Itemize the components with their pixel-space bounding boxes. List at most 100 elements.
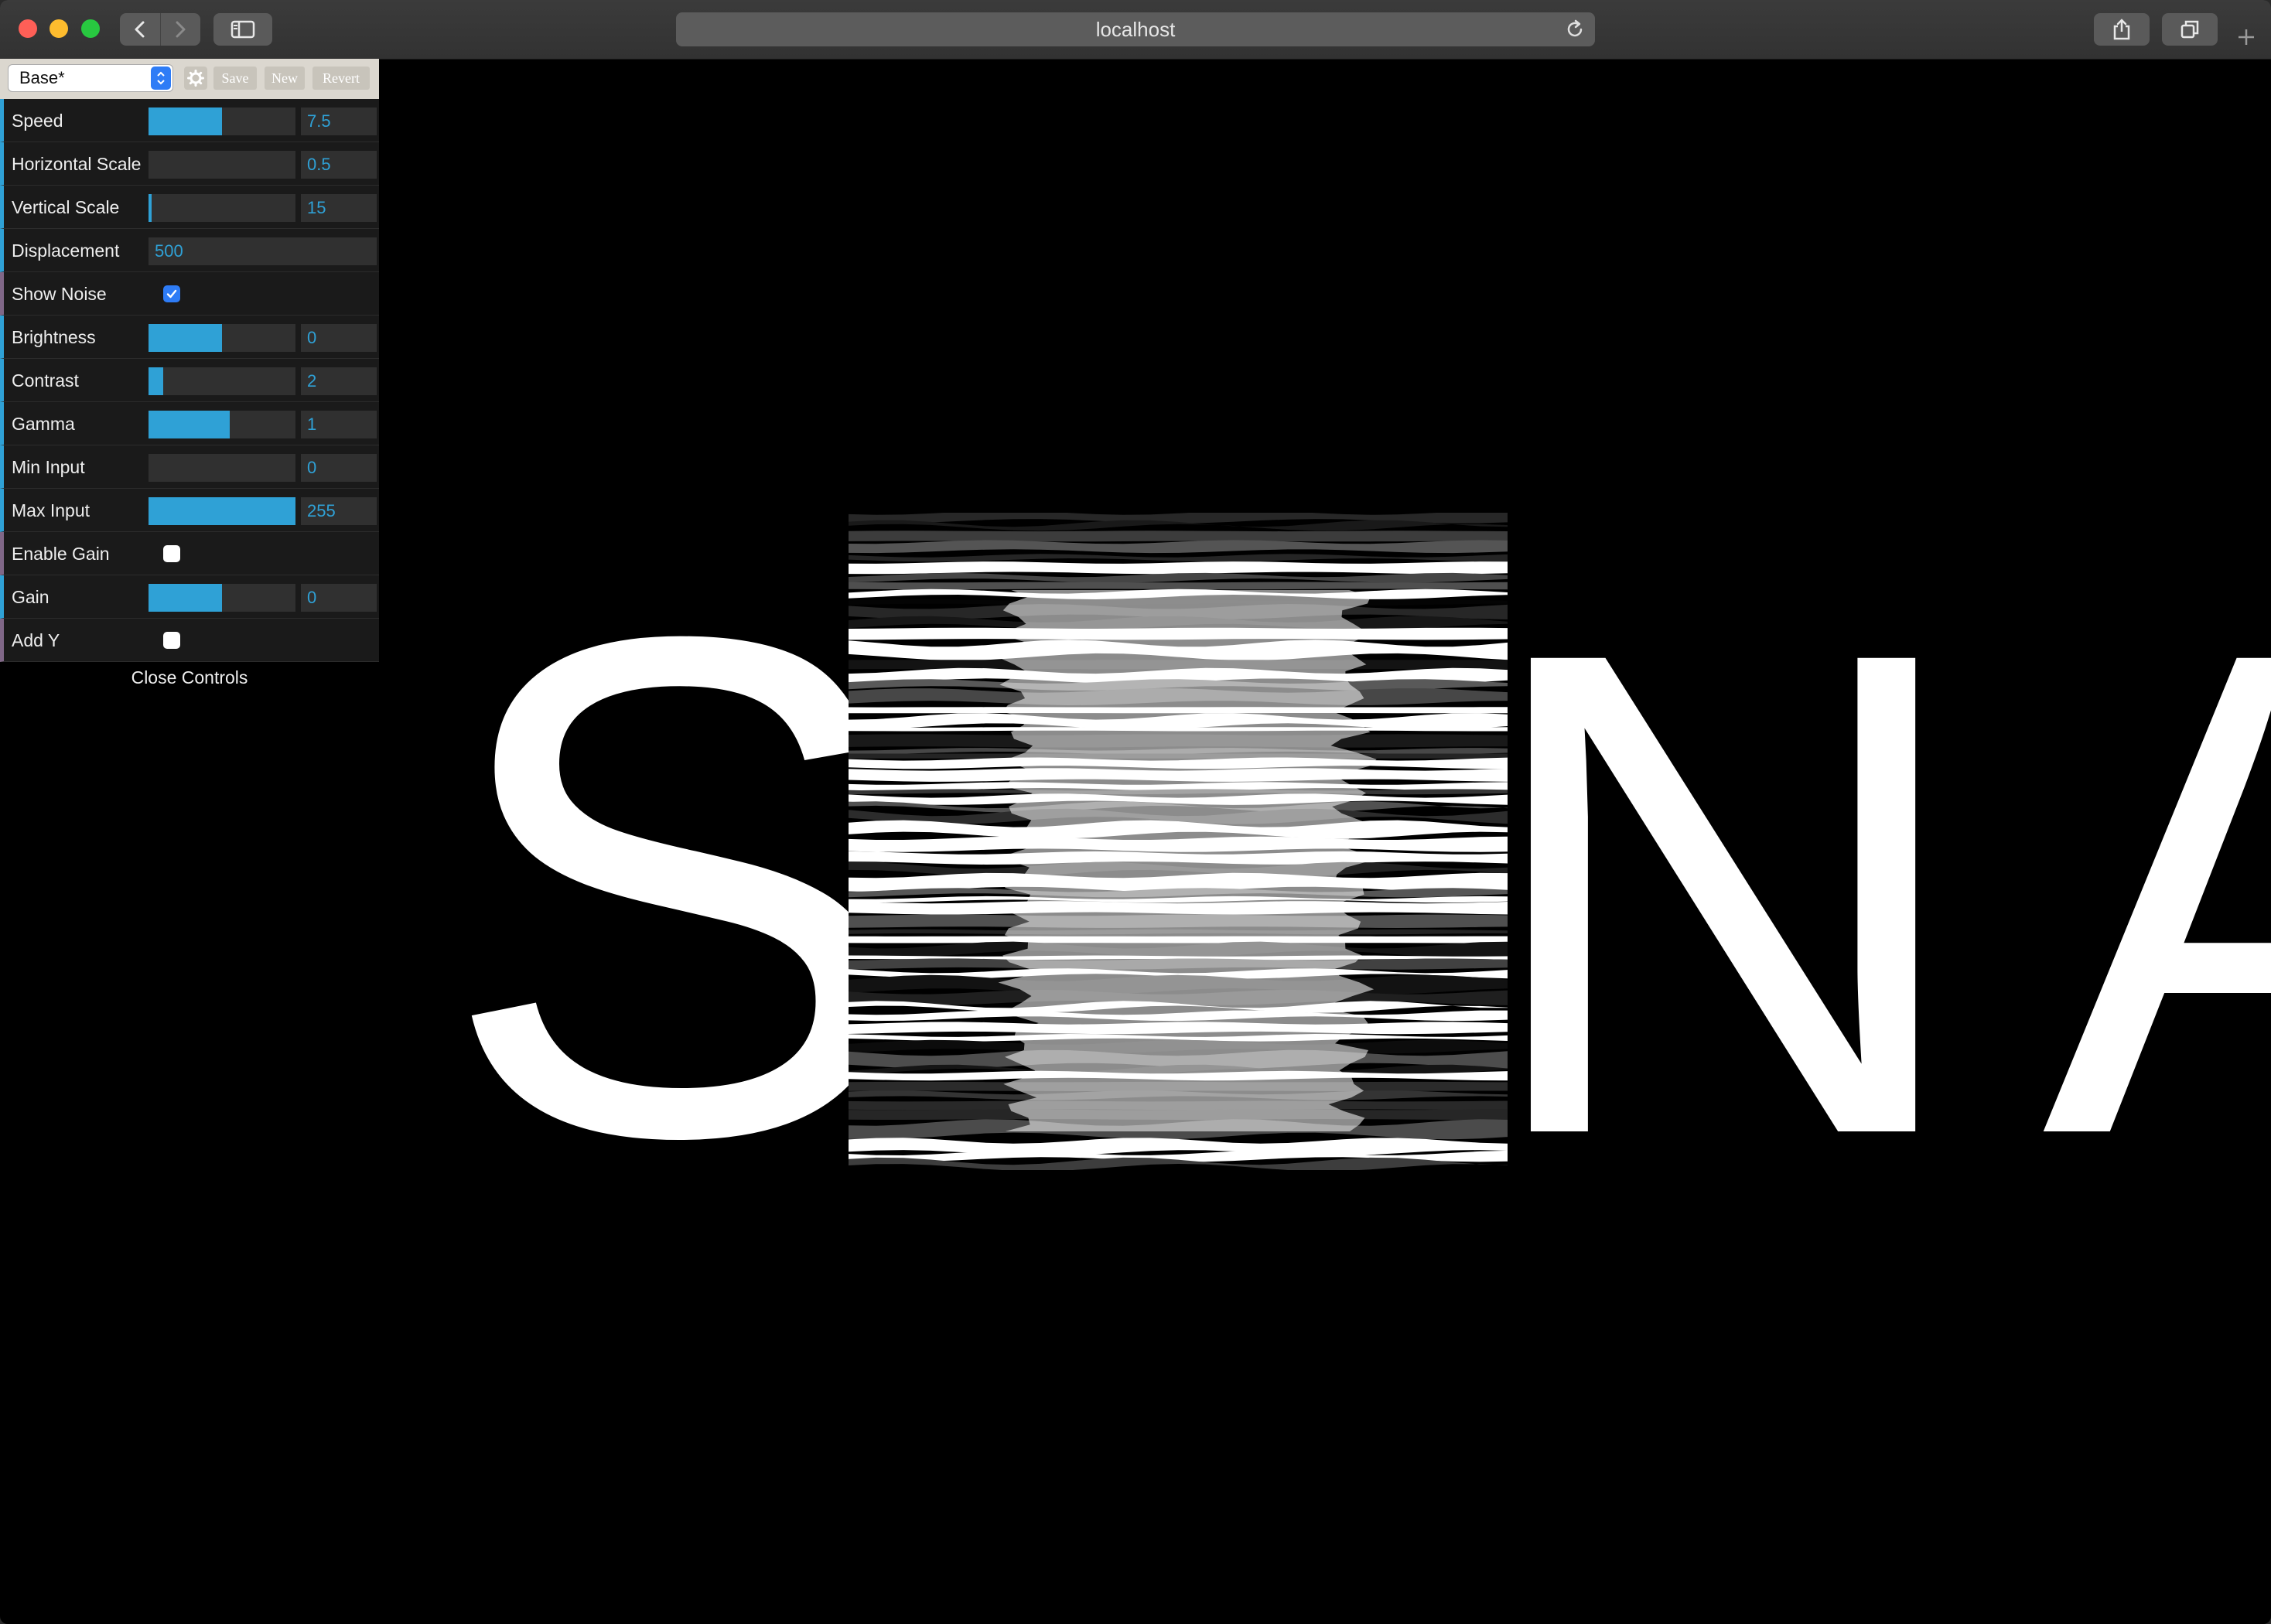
revert-preset-button[interactable]: Revert: [312, 67, 370, 90]
gamma-label: Gamma: [12, 414, 75, 434]
brightness-label: Brightness: [12, 327, 96, 347]
brightness-slider[interactable]: [149, 324, 295, 352]
gain-input[interactable]: 0: [301, 584, 377, 612]
chevron-right-icon: [176, 21, 186, 38]
speed-slider-fill: [149, 107, 222, 135]
gain-slider-fill: [149, 584, 222, 612]
minimize-window-button[interactable]: [50, 19, 68, 38]
enable-gain-label: Enable Gain: [12, 544, 110, 564]
contrast-slider[interactable]: [149, 367, 295, 395]
horizontal-scale-slider[interactable]: [149, 151, 295, 179]
tabs-overview-icon: [2181, 20, 2199, 39]
navigation-buttons: [120, 13, 200, 46]
control-contrast: Contrast 2: [0, 359, 379, 402]
gain-label: Gain: [12, 587, 50, 607]
noise-stripe: [849, 531, 1508, 542]
share-icon: [2113, 19, 2130, 40]
share-button[interactable]: [2094, 13, 2150, 46]
min-input-slider[interactable]: [149, 454, 295, 482]
show-noise-label: Show Noise: [12, 284, 107, 304]
control-min-input: Min Input 0: [0, 445, 379, 489]
control-max-input: Max Input 255: [0, 489, 379, 532]
control-displacement: Displacement 500: [0, 229, 379, 272]
back-button[interactable]: [120, 13, 160, 46]
displacement-input[interactable]: 500: [149, 237, 377, 265]
noise-stripe: [849, 540, 1508, 554]
letter-s: S: [439, 489, 914, 1284]
control-gain: Gain 0: [0, 575, 379, 619]
control-add-y: Add Y: [0, 619, 379, 662]
noise-letter-band: [998, 590, 1378, 1131]
noise-pattern: [849, 513, 1508, 1170]
forward-button[interactable]: [160, 13, 200, 46]
displacement-label: Displacement: [12, 241, 120, 261]
max-input-label: Max Input: [12, 500, 90, 520]
control-gamma: Gamma 1: [0, 402, 379, 445]
enable-gain-checkbox[interactable]: [163, 545, 180, 562]
zoom-window-button[interactable]: [81, 19, 100, 38]
browser-toolbar: localhost: [0, 0, 2271, 60]
noise-stripe: [849, 561, 1508, 575]
close-window-button[interactable]: [19, 19, 37, 38]
noise-displacement-canvas: [849, 513, 1508, 1170]
contrast-label: Contrast: [12, 370, 79, 391]
gamma-slider[interactable]: [149, 411, 295, 438]
brightness-input[interactable]: 0: [301, 324, 377, 352]
plus-icon: [2239, 29, 2254, 45]
contrast-slider-fill: [149, 367, 163, 395]
letter-a: A: [2042, 549, 2271, 1237]
gain-slider[interactable]: [149, 584, 295, 612]
control-enable-gain: Enable Gain: [0, 532, 379, 575]
browser-window: localhost S N A Base*: [0, 0, 2271, 1624]
preset-value: Base*: [19, 68, 65, 87]
contrast-input[interactable]: 2: [301, 367, 377, 395]
max-input-slider[interactable]: [149, 497, 295, 525]
control-speed: Speed 7.5: [0, 99, 379, 142]
max-input-input[interactable]: 255: [301, 497, 377, 525]
gear-icon: [187, 70, 204, 87]
control-horizontal-scale: Horizontal Scale 0.5: [0, 142, 379, 186]
gamma-slider-fill: [149, 411, 230, 438]
show-tabs-button[interactable]: [2162, 13, 2218, 46]
vertical-scale-input[interactable]: 15: [301, 194, 377, 222]
speed-label: Speed: [12, 111, 63, 131]
sidebar-icon: [231, 20, 255, 39]
url-text: localhost: [1095, 18, 1176, 41]
chevron-left-icon: [135, 21, 145, 38]
horizontal-scale-input[interactable]: 0.5: [301, 151, 377, 179]
brightness-slider-fill: [149, 324, 222, 352]
save-preset-button[interactable]: Save: [213, 67, 257, 90]
noise-stripe: [849, 582, 1508, 590]
sidebar-toggle-button[interactable]: [213, 13, 272, 46]
vertical-scale-slider[interactable]: [149, 194, 295, 222]
control-brightness: Brightness 0: [0, 316, 379, 359]
new-preset-button[interactable]: New: [265, 67, 305, 90]
reload-icon[interactable]: [1564, 19, 1586, 40]
add-y-label: Add Y: [12, 630, 60, 650]
horizontal-scale-label: Horizontal Scale: [12, 154, 142, 174]
controls-panel: Base* Save New Revert Speed 7.5 Horizont…: [0, 59, 379, 693]
preset-bar: Base* Save New Revert: [0, 59, 379, 99]
show-noise-checkbox[interactable]: [163, 285, 180, 302]
gamma-input[interactable]: 1: [301, 411, 377, 438]
max-input-slider-fill: [149, 497, 295, 525]
speed-slider[interactable]: [149, 107, 295, 135]
address-bar[interactable]: localhost: [676, 12, 1595, 46]
select-arrows-icon: [151, 67, 171, 90]
preset-settings-button[interactable]: [184, 67, 207, 90]
control-vertical-scale: Vertical Scale 15: [0, 186, 379, 229]
speed-input[interactable]: 7.5: [301, 107, 377, 135]
checkmark-icon: [166, 289, 177, 299]
new-tab-button[interactable]: [2232, 23, 2260, 51]
add-y-checkbox[interactable]: [163, 632, 180, 649]
vertical-scale-label: Vertical Scale: [12, 197, 120, 217]
control-show-noise: Show Noise: [0, 272, 379, 316]
noise-stripe: [849, 572, 1508, 583]
close-controls-button[interactable]: Close Controls: [0, 662, 379, 693]
min-input-input[interactable]: 0: [301, 454, 377, 482]
min-input-label: Min Input: [12, 457, 85, 477]
preset-select[interactable]: Base*: [8, 64, 173, 92]
vertical-scale-slider-fill: [149, 194, 152, 222]
noise-stripe: [849, 1138, 1508, 1156]
letter-n: N: [1474, 508, 1972, 1278]
